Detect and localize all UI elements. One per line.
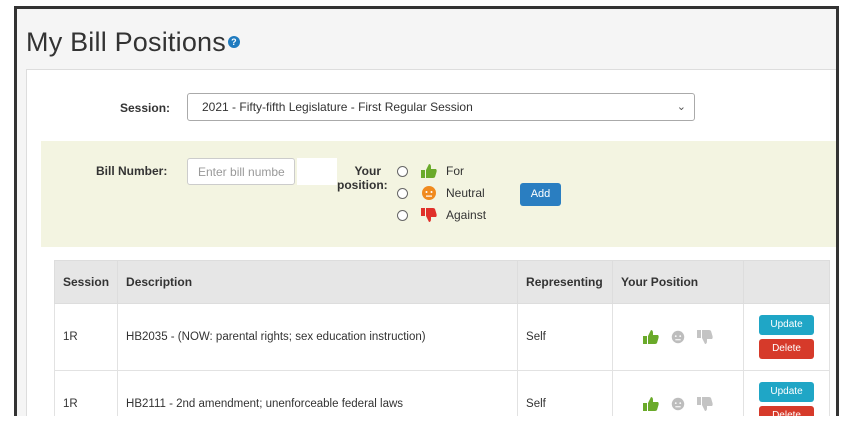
page-title: My Bill Positions? [26,27,240,58]
table-row: 1R HB2035 - (NOW: parental rights; sex e… [53,303,830,371]
header-representing: Representing [517,260,614,304]
bill-number-label: Bill Number: [96,164,168,178]
thumbs-down-icon [421,208,437,222]
table-header-row: Session Description Representing Your Po… [53,260,830,304]
delete-button[interactable]: Delete [759,406,815,416]
page-frame: My Bill Positions? Session: 2021 - Fifty… [14,6,839,416]
header-actions [743,260,830,304]
radio-for[interactable] [397,165,408,177]
position-option-against[interactable]: Against [397,207,486,223]
your-position-label-line1: Your [354,164,381,178]
cell-actions: Update Delete [743,370,830,416]
cell-representing: Self [517,370,614,416]
session-select[interactable]: 2021 - Fifty-fifth Legislature - First R… [187,93,695,121]
header-session: Session [53,260,119,304]
page-title-text: My Bill Positions [26,27,226,57]
header-your-position: Your Position [612,260,745,304]
neutral-face-icon [422,186,436,200]
cell-actions: Update Delete [743,303,830,371]
option-neutral-label: Neutral [446,186,485,200]
question-icon[interactable]: ? [227,35,240,48]
your-position-label-line2: position: [337,178,388,192]
neutral-face-icon[interactable] [670,396,686,412]
position-icons [621,396,735,412]
positions-table: Session Description Representing Your Po… [53,260,830,416]
thumbs-up-icon[interactable] [642,329,660,345]
position-option-for[interactable]: For [397,163,464,179]
content-panel: Session: 2021 - Fifty-fifth Legislature … [26,69,836,416]
cell-session: 1R [53,370,119,416]
delete-button[interactable]: Delete [759,339,815,359]
add-button[interactable]: Add [520,183,561,206]
session-label: Session: [120,101,171,115]
cell-representing: Self [517,303,614,371]
cell-session: 1R [53,303,119,371]
thumbs-up-icon[interactable] [642,396,660,412]
add-position-form: Bill Number: Enter bill numbe Your posit… [41,141,836,247]
position-option-neutral[interactable]: Neutral [397,185,485,201]
thumbs-down-icon[interactable] [696,329,714,345]
cell-position [612,370,745,416]
update-button[interactable]: Update [759,315,815,335]
chevron-down-icon: ⌄ [676,101,686,113]
thumbs-down-icon[interactable] [696,396,714,412]
session-select-value: 2021 - Fifty-fifth Legislature - First R… [202,100,473,114]
thumbs-up-icon [421,164,437,178]
neutral-face-icon[interactable] [670,329,686,345]
radio-neutral[interactable] [397,187,408,199]
input-gap [297,158,337,185]
position-icons [621,329,735,345]
bill-number-input[interactable]: Enter bill numbe [187,158,295,185]
cell-position [612,303,745,371]
header-description: Description [117,260,519,304]
table-row: 1R HB2111 - 2nd amendment; unenforceable… [53,370,830,416]
your-position-label: Your position: [337,164,388,192]
update-button[interactable]: Update [759,382,815,402]
option-for-label: For [446,164,464,178]
cell-description: HB2035 - (NOW: parental rights; sex educ… [117,303,519,371]
option-against-label: Against [446,208,487,222]
cell-description: HB2111 - 2nd amendment; unenforceable fe… [117,370,519,416]
radio-against[interactable] [397,209,408,221]
